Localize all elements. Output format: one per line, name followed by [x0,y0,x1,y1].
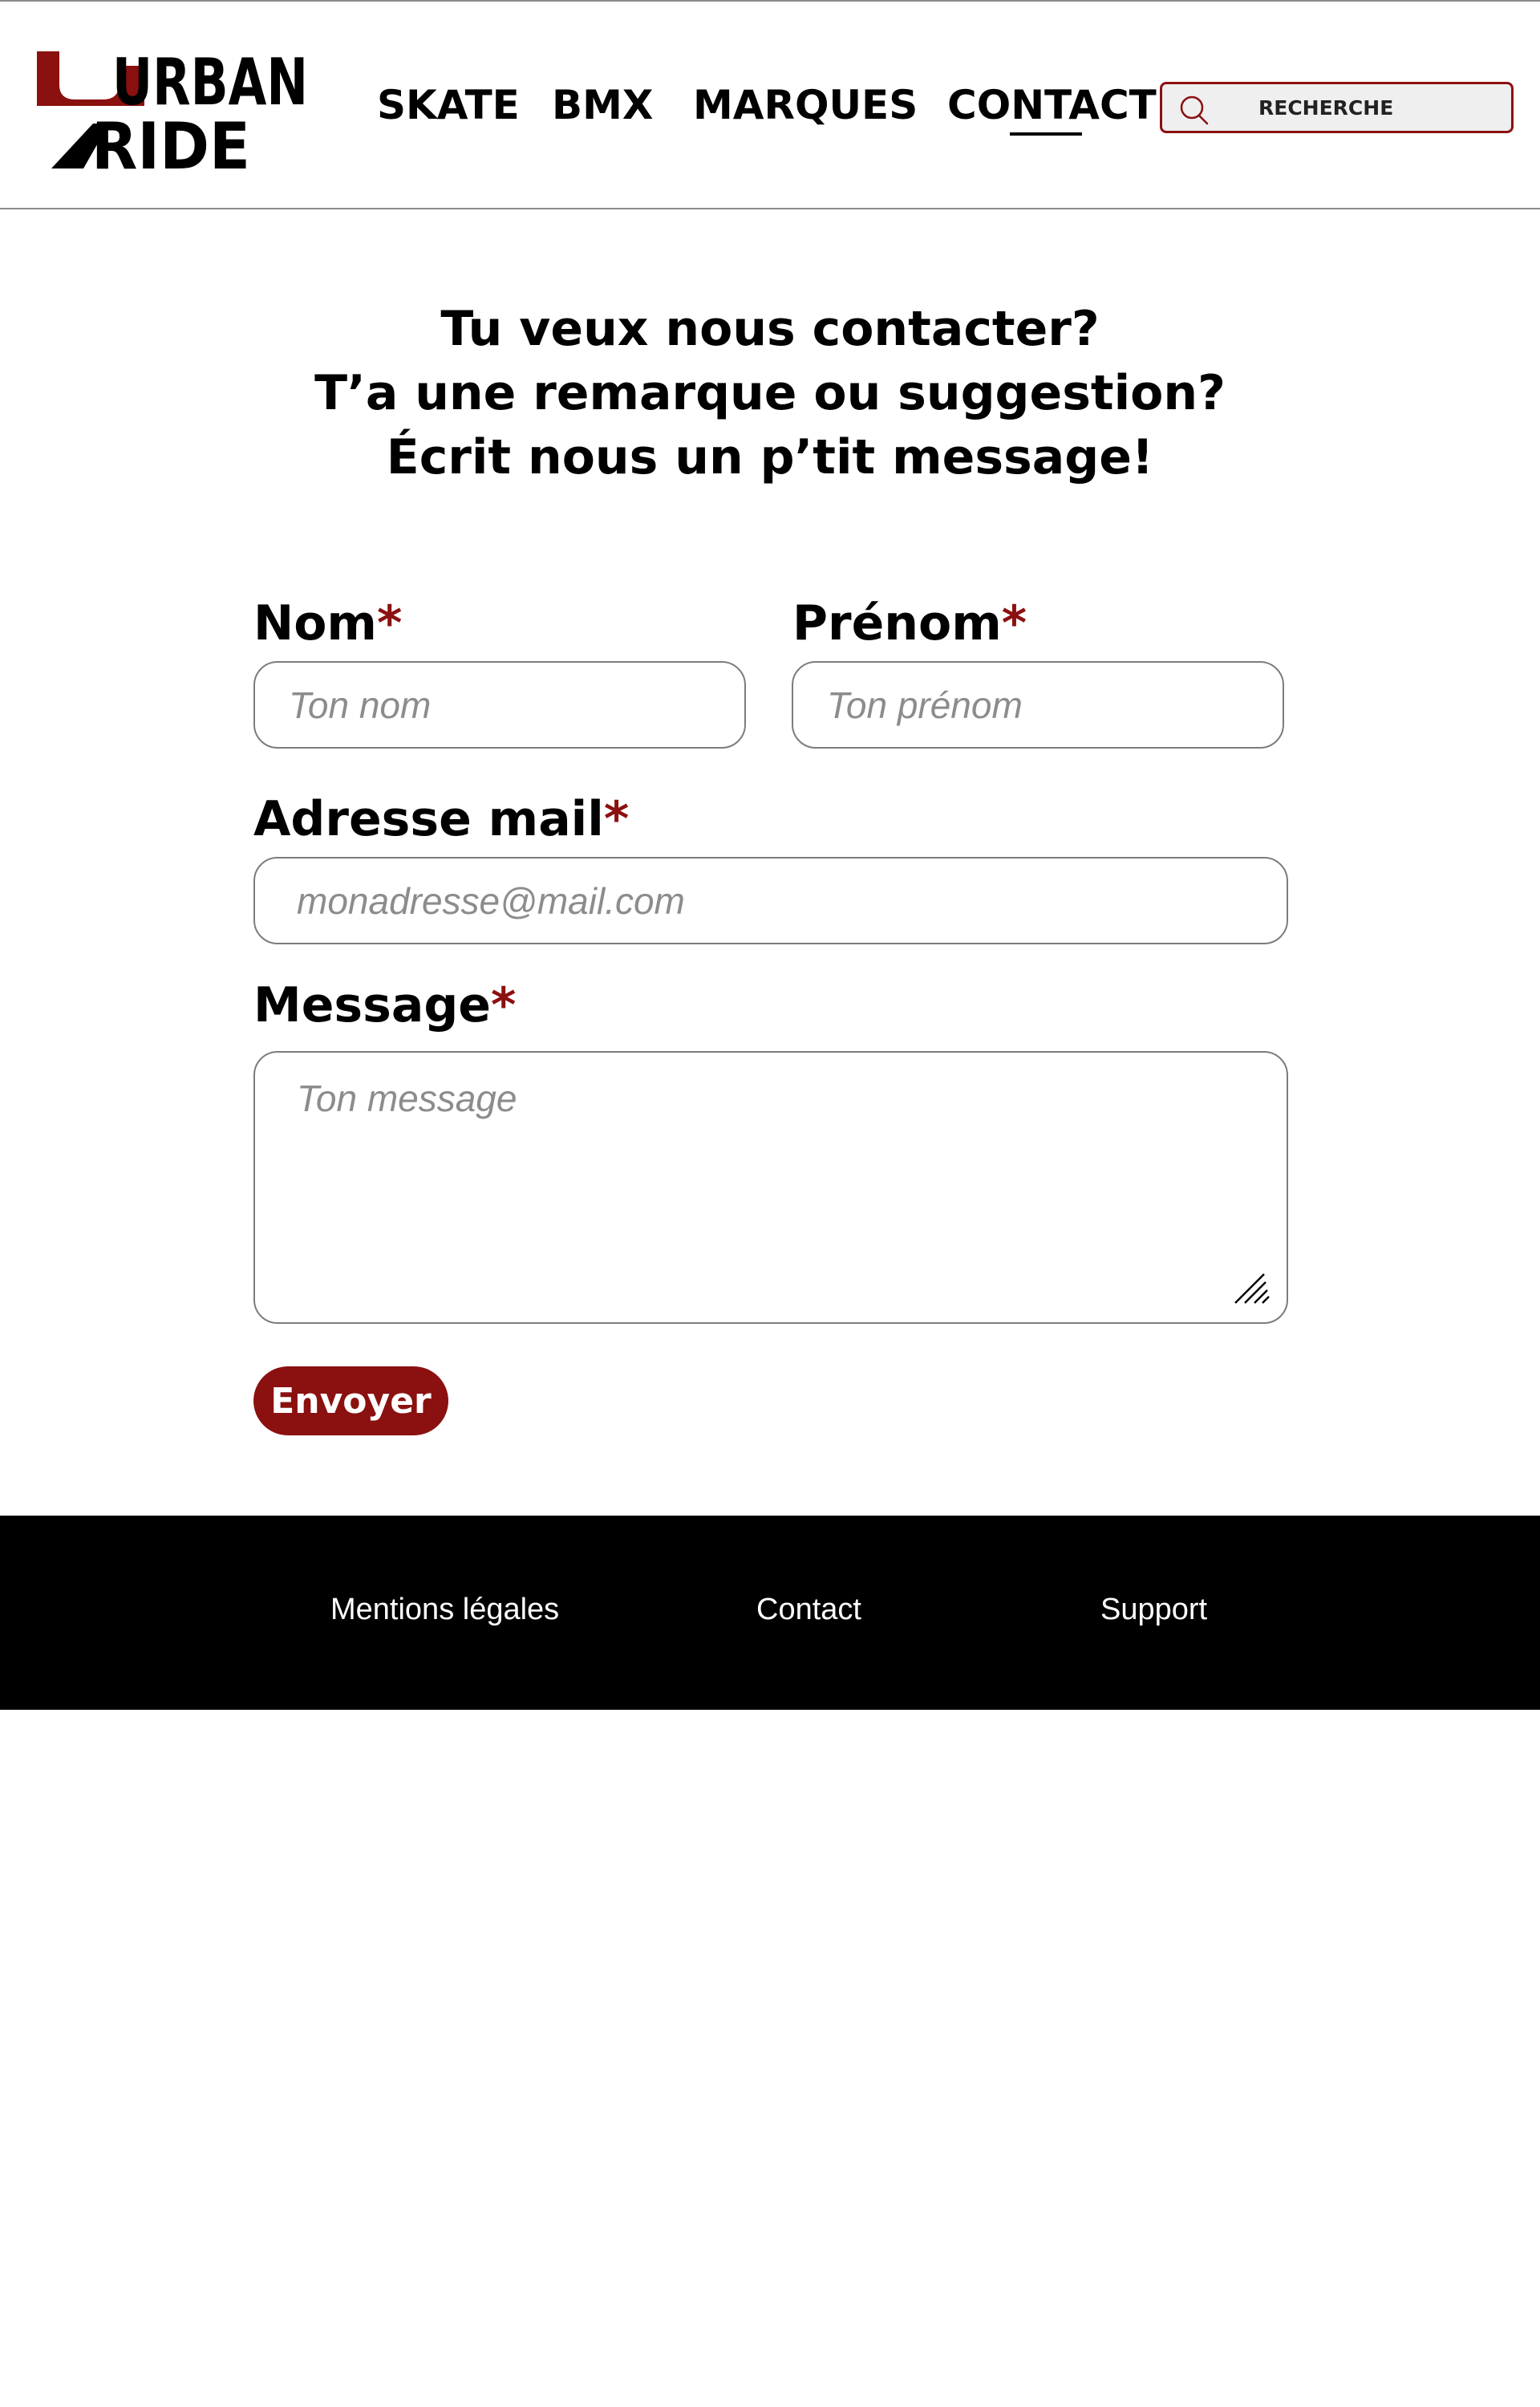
search-input[interactable] [1226,89,1499,126]
urban-ride-logo[interactable]: URBAN RIDE [35,50,312,172]
nom-field[interactable] [253,661,746,749]
send-button[interactable]: Envoyer [253,1366,448,1435]
email-field[interactable] [253,857,1288,944]
required-mark: * [603,791,630,847]
prenom-field[interactable] [792,661,1284,749]
footer-link-support[interactable]: Support [1100,1593,1207,1627]
footer-link-contact[interactable]: Contact [756,1593,861,1627]
message-label: Message* [253,977,516,1033]
nav-item-contact[interactable]: CONTACT [947,82,1157,128]
message-textarea[interactable] [253,1051,1288,1324]
nom-label: Nom* [253,595,402,651]
nav-item-bmx[interactable]: BMX [552,82,653,128]
site-header: URBAN RIDE SKATE BMX MARQUES CONTACT [0,0,1540,209]
site-footer: Mentions légales Contact Support [0,1516,1540,1710]
footer-link-mentions-legales[interactable]: Mentions légales [330,1593,559,1627]
mail-label-text: Adresse mail [253,791,604,847]
headline-line-2: T’a une remarque ou suggestion? [314,365,1226,421]
required-mark: * [1001,595,1027,651]
nav-item-skate[interactable]: SKATE [377,82,520,128]
prenom-label: Prénom* [792,595,1027,651]
contact-headline: Tu veux nous contacter? T’a une remarque… [0,297,1540,489]
headline-line-3: Écrit nous un p’tit message! [386,429,1154,485]
logo-text-ride: RIDE [91,109,250,172]
required-mark: * [376,595,403,651]
nom-label-text: Nom [253,595,377,651]
message-label-text: Message [253,977,491,1033]
nav-item-marques[interactable]: MARQUES [693,82,918,128]
headline-line-1: Tu veux nous contacter? [440,301,1100,357]
prenom-label-text: Prénom [792,595,1002,651]
search-icon[interactable] [1178,94,1210,126]
search-box[interactable] [1160,82,1514,133]
active-nav-indicator [1010,132,1082,136]
required-mark: * [490,977,517,1033]
mail-label: Adresse mail* [253,791,629,847]
logo-graphic: URBAN RIDE [37,50,308,172]
resize-handle-icon[interactable] [1232,1268,1270,1306]
